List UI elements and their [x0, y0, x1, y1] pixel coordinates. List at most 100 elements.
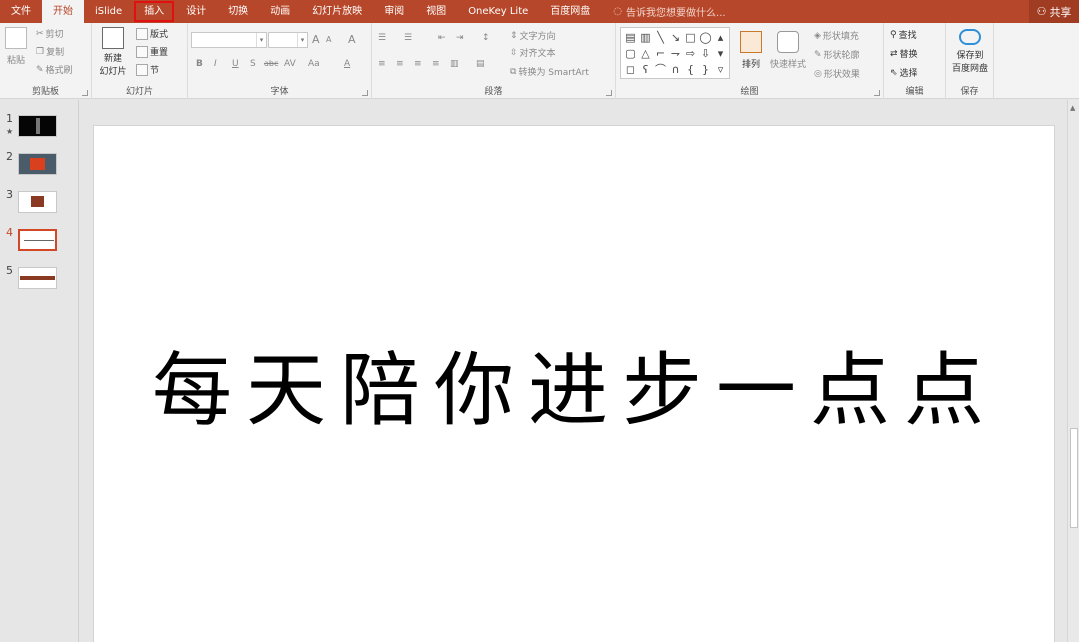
paragraph-launcher[interactable]: [606, 90, 612, 96]
paste-button[interactable]: 粘贴: [4, 27, 28, 66]
shape-more-icon[interactable]: ▿: [713, 62, 728, 78]
align-right-button[interactable]: ≡: [414, 59, 422, 69]
italic-button[interactable]: I: [214, 59, 217, 69]
font-color-button[interactable]: A: [344, 59, 350, 69]
shape-oval-icon[interactable]: ◯: [698, 30, 713, 46]
slide-thumb-1[interactable]: 1 ★: [0, 112, 79, 142]
shape-arc-icon[interactable]: ⌒: [653, 62, 668, 78]
shape-outline-button[interactable]: ✎ 形状轮廓: [814, 48, 860, 62]
shape-elbow-icon[interactable]: ⌐: [653, 46, 668, 62]
tab-view[interactable]: 视图: [415, 0, 457, 23]
shape-right-arrow-icon[interactable]: ⇨: [683, 46, 698, 62]
text-direction-button[interactable]: ⇕ 文字方向: [510, 29, 556, 43]
bullets-button[interactable]: ☰: [378, 33, 386, 43]
current-slide[interactable]: 每天陪你进步一点点: [93, 125, 1055, 642]
line-spacing-button[interactable]: ↕: [482, 33, 490, 43]
tab-file[interactable]: 文件: [0, 0, 42, 23]
clear-format-button[interactable]: A: [348, 33, 356, 46]
section-button[interactable]: 节: [136, 63, 159, 76]
shape-textbox-icon[interactable]: ▤: [623, 30, 638, 46]
grow-font-button[interactable]: A: [312, 33, 320, 46]
slide-title-text[interactable]: 每天陪你进步一点点: [94, 326, 1056, 442]
copy-button[interactable]: ❐ 复制: [36, 45, 64, 59]
font-name-combo[interactable]: ▾: [191, 32, 267, 48]
shrink-font-button[interactable]: A: [326, 35, 331, 44]
shapes-gallery[interactable]: ▤ ▥ ╲ ↘ □ ◯ ▴ ▢ △ ⌐ ⇁ ⇨ ⇩ ▾ ◻ ʕ ⌒ ∩ { } …: [620, 27, 730, 79]
shape-triangle-icon[interactable]: △: [638, 46, 653, 62]
tell-me-box[interactable]: ◌ 告诉我您想要做什么...: [601, 4, 725, 19]
align-left-button[interactable]: ≡: [378, 59, 386, 69]
shape-effects-button[interactable]: ◎ 形状效果: [814, 67, 860, 81]
arrange-button[interactable]: 排列: [738, 31, 764, 70]
bold-button[interactable]: B: [196, 59, 203, 69]
font-launcher[interactable]: [362, 90, 368, 96]
tab-onekey[interactable]: OneKey Lite: [457, 0, 539, 23]
clipboard-launcher[interactable]: [82, 90, 88, 96]
tab-transitions[interactable]: 切换: [217, 0, 259, 23]
layout-button[interactable]: 版式: [136, 27, 168, 40]
shape-freeform-icon[interactable]: ʕ: [638, 62, 653, 78]
shape-brace-right-icon[interactable]: }: [698, 62, 713, 78]
shape-elbow-arrow-icon[interactable]: ⇁: [668, 46, 683, 62]
char-spacing-button[interactable]: AV: [284, 59, 296, 69]
slide-thumb-2[interactable]: 2: [0, 150, 79, 180]
font-group-label: 字体: [270, 87, 289, 97]
text-direction-label: 文字方向: [519, 32, 556, 42]
save-group-label: 保存: [960, 87, 979, 97]
align-center-button[interactable]: ≡: [396, 59, 404, 69]
shape-flowchart-icon[interactable]: ◻: [623, 62, 638, 78]
slide-thumb-5[interactable]: 5: [0, 264, 79, 294]
tab-review[interactable]: 审阅: [373, 0, 415, 23]
change-case-button[interactable]: Aa: [308, 59, 320, 69]
smartart-button[interactable]: ⧉ 转换为 SmartArt: [510, 65, 589, 79]
tab-insert[interactable]: 插入: [133, 0, 175, 23]
share-button[interactable]: ⚇ 共享: [1029, 0, 1079, 23]
shape-arrow-line-icon[interactable]: ↘: [668, 30, 683, 46]
scroll-up-icon[interactable]: ▲: [1070, 104, 1075, 112]
group-editing: ⚲ 查找 ⇄ 替换 ⇖ 选择 编辑: [884, 23, 946, 99]
columns-button[interactable]: ▤: [476, 59, 485, 69]
decrease-indent-button[interactable]: ⇤: [438, 33, 446, 43]
quick-styles-button[interactable]: 快速样式: [768, 31, 808, 70]
find-label: 查找: [898, 31, 917, 41]
underline-button[interactable]: U: [232, 59, 239, 69]
shape-brace-left-icon[interactable]: {: [683, 62, 698, 78]
tab-design[interactable]: 设计: [175, 0, 217, 23]
align-text-button[interactable]: ⇳ 对齐文本: [510, 46, 556, 60]
slide-thumb-4[interactable]: 4: [0, 226, 79, 256]
drawing-launcher[interactable]: [874, 90, 880, 96]
increase-indent-button[interactable]: ⇥: [456, 33, 464, 43]
tab-home[interactable]: 开始: [42, 0, 84, 23]
slide-thumb-3[interactable]: 3: [0, 188, 79, 218]
distribute-icon: ▥: [450, 59, 459, 69]
find-button[interactable]: ⚲ 查找: [890, 28, 917, 42]
cut-button[interactable]: ✂ 剪切: [36, 27, 64, 41]
shape-line-icon[interactable]: ╲: [653, 30, 668, 46]
tab-islide[interactable]: iSlide: [84, 0, 133, 23]
font-size-combo[interactable]: ▾: [268, 32, 308, 48]
justify-button[interactable]: ≡: [432, 59, 440, 69]
shape-rounded-rect-icon[interactable]: ▢: [623, 46, 638, 62]
shadow-button[interactable]: S: [250, 59, 256, 69]
scrollbar-thumb[interactable]: [1070, 428, 1078, 528]
replace-button[interactable]: ⇄ 替换: [890, 47, 918, 61]
shape-fill-button[interactable]: ◈ 形状填充: [814, 29, 859, 43]
vertical-scrollbar[interactable]: ▲: [1067, 100, 1079, 642]
new-slide-button[interactable]: 新建 幻灯片: [94, 27, 132, 77]
select-button[interactable]: ⇖ 选择: [890, 66, 918, 80]
shape-curve-icon[interactable]: ∩: [668, 62, 683, 78]
strikethrough-button[interactable]: abc: [264, 59, 278, 68]
reset-button[interactable]: 重置: [136, 45, 168, 58]
shape-scroll-down-icon[interactable]: ▾: [713, 46, 728, 62]
tab-baidu[interactable]: 百度网盘: [539, 0, 601, 23]
tab-animations[interactable]: 动画: [259, 0, 301, 23]
shape-vtextbox-icon[interactable]: ▥: [638, 30, 653, 46]
format-painter-button[interactable]: ✎ 格式刷: [36, 63, 73, 77]
distribute-button[interactable]: ▥: [450, 59, 459, 69]
save-to-baidu-button[interactable]: 保存到 百度网盘: [948, 29, 992, 74]
numbering-button[interactable]: ☰: [404, 33, 412, 43]
tab-slideshow[interactable]: 幻灯片放映: [301, 0, 373, 23]
shape-rect-icon[interactable]: □: [683, 30, 698, 46]
shape-scroll-up-icon[interactable]: ▴: [713, 30, 728, 46]
shape-down-arrow-icon[interactable]: ⇩: [698, 46, 713, 62]
